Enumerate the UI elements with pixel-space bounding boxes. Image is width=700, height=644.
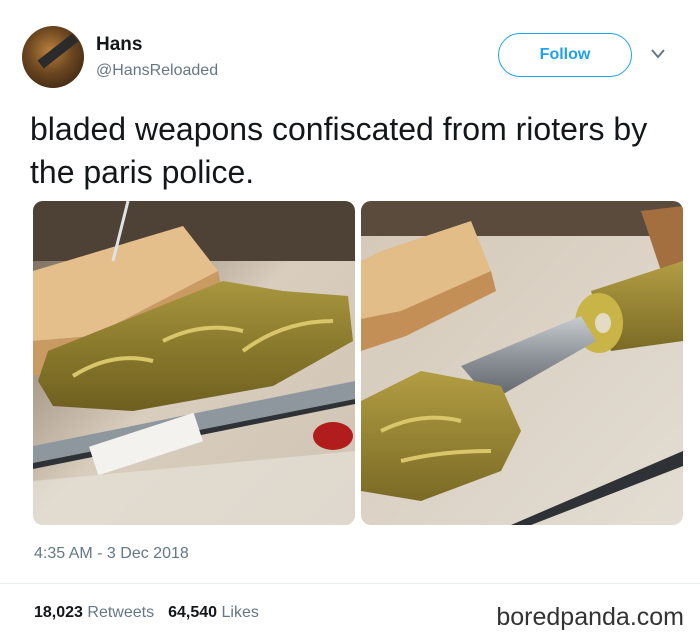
likes-label: Likes [221, 604, 259, 621]
likes-stat[interactable]: 64,540 Likes [168, 604, 259, 621]
avatar[interactable] [22, 26, 84, 88]
likes-count: 64,540 [168, 604, 218, 621]
divider [0, 583, 700, 584]
retweets-stat[interactable]: 18,023 Retweets [34, 604, 154, 621]
retweets-count: 18,023 [34, 604, 83, 621]
tweet-timestamp[interactable]: 4:35 AM - 3 Dec 2018 [34, 545, 189, 563]
tweet-text: bladed weapons confiscated from rioters … [30, 111, 648, 190]
tweet-photo-baguette-katana[interactable] [361, 201, 683, 525]
retweets-label: Retweets [87, 604, 155, 621]
follow-button[interactable]: Follow [498, 33, 632, 77]
tweet-photo-baguette-knife[interactable] [33, 201, 355, 525]
author-handle[interactable]: @HansReloaded [96, 62, 218, 80]
tweet-stats: 18,023 Retweets 64,540 Likes [34, 604, 259, 622]
watermark: boredpanda.com [496, 603, 684, 631]
chevron-down-icon[interactable] [650, 48, 666, 60]
author-name[interactable]: Hans [96, 34, 142, 56]
